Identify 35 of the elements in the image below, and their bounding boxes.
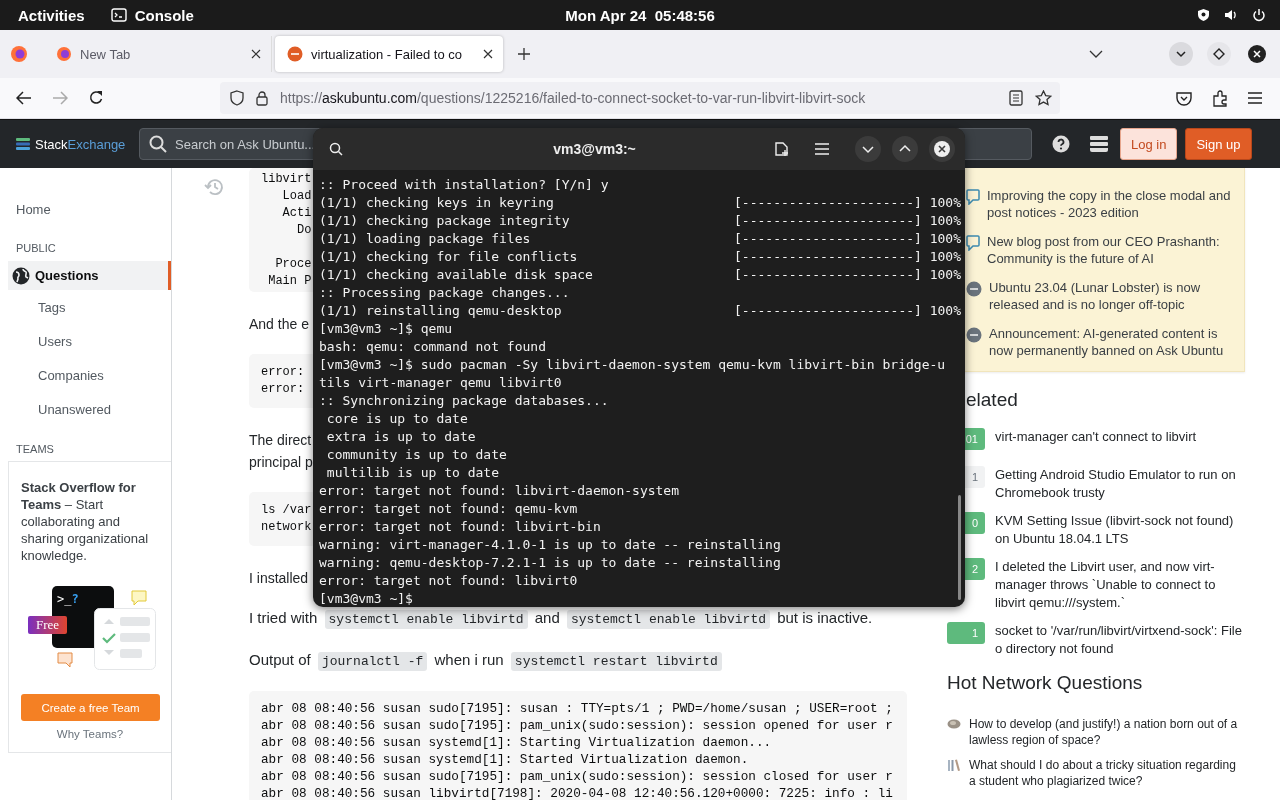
terminal-line: (1/1) loading package files bbox=[319, 230, 531, 246]
terminal-line: [vm3@vm3 ~]$ bbox=[319, 590, 413, 606]
terminal-line: error: target not found: qemu-kvm bbox=[319, 500, 578, 516]
paragraph: Output of journalctl -f when i run systemctl restart libvirtd bbox=[249, 649, 907, 673]
terminal-line: core is up to date bbox=[325, 410, 468, 426]
terminal-line: (1/1) checking for file conflicts bbox=[319, 248, 578, 264]
paragraph: I tried with systemctl enable libvirtd and systemctl enable libvirtd but is inactive. bbox=[249, 608, 874, 631]
terminal-line: (1/1) checking available disk space bbox=[319, 266, 593, 282]
paragraph: And the e bbox=[249, 315, 309, 334]
terminal-line: warning: qemu-desktop-7.2.1-1 is up to date -- reinstalling bbox=[319, 554, 781, 570]
terminal-line: (1/1) checking keys in keyring bbox=[319, 194, 554, 210]
progress-text: [----------------------] 100% bbox=[734, 302, 961, 318]
terminal-line: extra is up to date bbox=[325, 428, 476, 444]
paragraph: The direct principal p bbox=[249, 431, 313, 472]
terminal-line: error: target not found: libvirt0 bbox=[319, 572, 578, 588]
section-heading: TEAMS bbox=[15, 443, 55, 455]
teams-description: Stack Overflow for Teams – Start collaborating and sharing organizational knowledge. bbox=[21, 479, 150, 564]
paragraph: I installed bbox=[249, 569, 309, 588]
terminal-line: community is up to date bbox=[325, 446, 507, 462]
section-heading: elated bbox=[966, 389, 1019, 411]
terminal-line: error: target not found: libvirt-bin bbox=[319, 518, 601, 534]
terminal-line: (1/1) checking package integrity bbox=[319, 212, 570, 228]
terminal-line: tils virt-manager qemu libvirt0 bbox=[319, 374, 562, 390]
window-title: vm3@vm3:~ bbox=[552, 141, 637, 157]
terminal-line: :: Proceed with installation? [Y/n] y bbox=[319, 176, 609, 192]
score-badge: 1 bbox=[947, 622, 985, 644]
terminal-line: multilib is up to date bbox=[325, 464, 499, 480]
code-block: abr 08 08:40:56 susan sudo[7195]: susan : TTY=pts/1 ; PWD=/home/susan ; USER=root ; abr 08 08:40:56 susan sudo[7195]: pam_unix(sudo:session): session opened for user r abr 08 08:40:56 susan systemd[1]: Starting Virtualization daemon... abr 08 08:40:56 susan systemd[1]: Started Virtualization daemon. abr 08 08:40:56 susan sudo[7195]: pam_unix(sudo:session): session closed for user r abr 08 08:40:56 susan libvirtd[7198]: 2020-04-08 12:40:56.120+0000: 7225: info : li bbox=[249, 691, 907, 800]
terminal-line: :: Synchronizing package databases... bbox=[319, 392, 609, 408]
free-label: Free bbox=[28, 616, 68, 634]
terminal-line: bash: qemu: command not found bbox=[319, 338, 546, 354]
section-heading: PUBLIC bbox=[15, 242, 57, 254]
section-heading: Hot Network Questions bbox=[947, 672, 1144, 694]
terminal-line: (1/1) reinstalling qemu-desktop bbox=[319, 302, 562, 318]
terminal-line: [vm3@vm3 ~]$ qemu bbox=[319, 320, 453, 336]
